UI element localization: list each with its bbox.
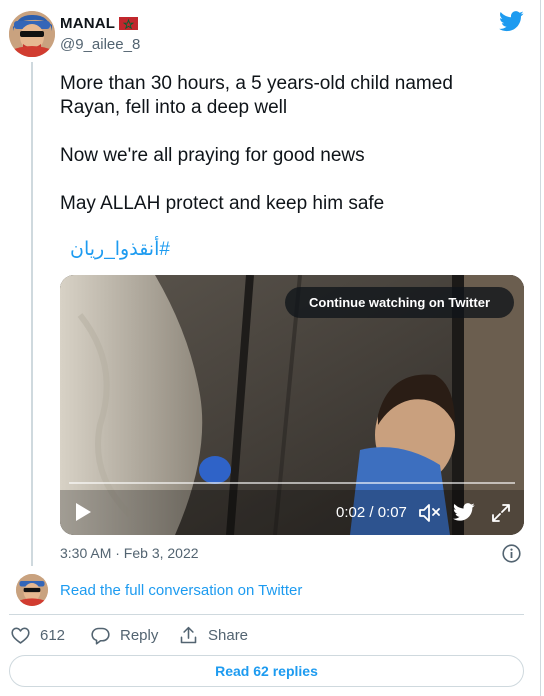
video-time-readout: 0:02 / 0:07 (336, 504, 407, 521)
author-display-name[interactable]: MANAL (60, 15, 115, 32)
thread-line (31, 62, 33, 566)
like-button[interactable]: 612 (10, 624, 65, 646)
tweet-text-line: Rayan, fell into a deep well (60, 97, 288, 118)
twitter-bird-icon[interactable] (499, 11, 524, 32)
volume-icon[interactable] (417, 502, 441, 524)
expand-icon[interactable] (490, 502, 512, 524)
share-icon (180, 626, 197, 643)
tweet-text-line: May ALLAH protect and keep him safe (60, 193, 385, 214)
video-player[interactable]: Continue watching on Twitter 0:02 / 0:07 (60, 275, 524, 535)
avatar[interactable] (9, 11, 55, 57)
tweet-text-line: More than 30 hours, a 5 years-old child … (60, 73, 453, 94)
tweet-text-line: Now we're all praying for good news (60, 145, 365, 166)
video-progress-bar[interactable] (69, 482, 515, 484)
twitter-bird-icon[interactable] (453, 503, 475, 522)
tweet-embed-card: MANAL @9_ailee_8 More than 30 hours, a 5… (0, 0, 541, 696)
avatar[interactable] (16, 574, 48, 606)
reply-label: Reply (120, 626, 159, 644)
author-handle[interactable]: @9_ailee_8 (60, 36, 140, 53)
info-icon[interactable] (502, 544, 521, 563)
share-label: Share (208, 626, 249, 644)
divider (9, 614, 524, 615)
read-replies-button[interactable]: Read 62 replies (9, 655, 524, 687)
continue-watching-button[interactable]: Continue watching on Twitter (285, 287, 514, 318)
read-conversation-link[interactable]: Read the full conversation on Twitter (60, 582, 302, 599)
hashtag-link[interactable]: #أنقذوا_ريان (70, 238, 170, 261)
tweet-timestamp[interactable]: 3:30 AM · Feb 3, 2022 (60, 545, 199, 561)
play-icon[interactable] (74, 502, 92, 522)
reply-icon (91, 627, 110, 645)
reply-button[interactable]: Reply (90, 624, 158, 646)
heart-icon (11, 627, 30, 644)
like-count: 612 (40, 626, 66, 644)
share-button[interactable]: Share (178, 624, 248, 646)
morocco-flag-icon (119, 17, 138, 30)
